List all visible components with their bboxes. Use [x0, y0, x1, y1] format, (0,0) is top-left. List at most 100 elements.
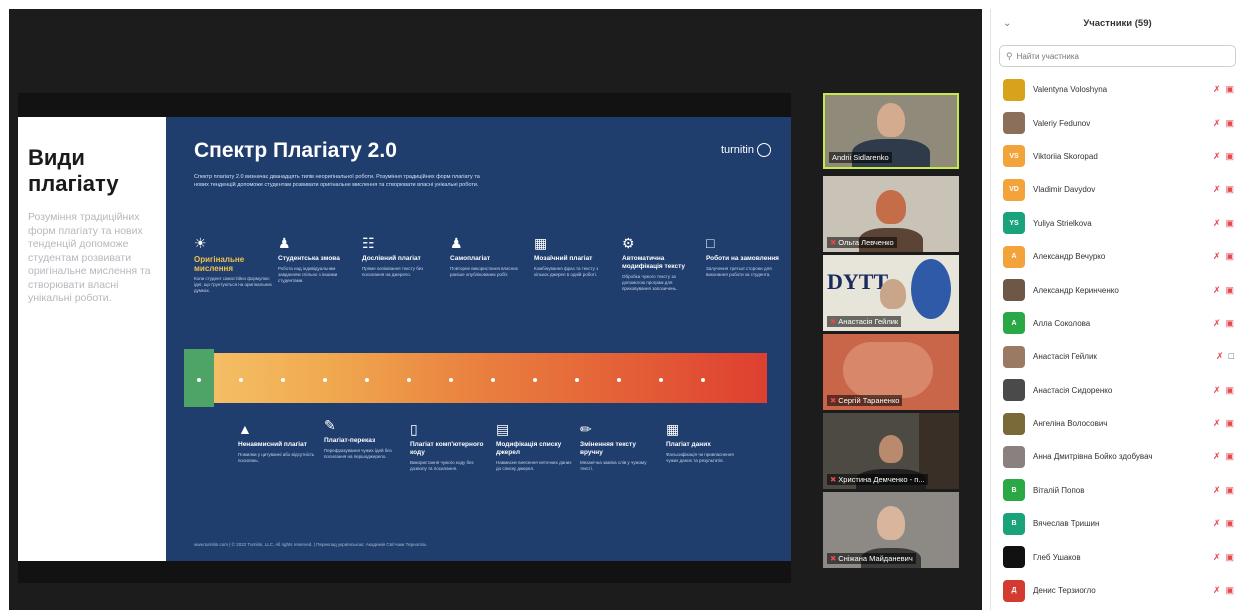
muted-mic-icon: ✖ — [830, 238, 837, 247]
participant-name: Ангеліна Волосович — [1033, 419, 1108, 429]
video-off-icon[interactable]: ▣ — [1225, 451, 1234, 462]
video-on-icon[interactable]: □ — [1229, 351, 1234, 362]
avatar — [1003, 546, 1025, 569]
muted-mic-icon[interactable]: ✗ — [1213, 485, 1221, 496]
muted-mic-icon[interactable]: ✗ — [1213, 418, 1221, 429]
muted-mic-icon[interactable]: ✗ — [1213, 518, 1221, 529]
participant-row[interactable]: Анастасія Сидоренко ✗ ▣ — [991, 374, 1244, 407]
spectrum-item-desc: Обробка чужого тексту за допомогою прогр… — [622, 274, 678, 291]
warning-icon: ▲ — [238, 421, 252, 437]
video-tile-name: ✖ Анастасія Гейлик — [827, 316, 902, 327]
video-tile-name: ✖ Сергій Тараненко — [827, 395, 903, 406]
spectrum-item-label: Зміненняя тексту вручну — [580, 441, 637, 456]
muted-mic-icon[interactable]: ✗ — [1216, 351, 1224, 362]
video-off-icon[interactable]: ▣ — [1225, 552, 1234, 563]
video-tile[interactable]: Andrii Sidlarenko — [823, 93, 959, 169]
participant-row[interactable]: Valeriy Fedunov ✗ ▣ — [991, 106, 1244, 139]
spectrum-item-bottom: ▲ Ненавмисний плагіат Помилки у цитуванн… — [238, 421, 316, 464]
spectrum-marker — [491, 378, 495, 382]
muted-mic-icon[interactable]: ✗ — [1213, 285, 1221, 296]
muted-mic-icon[interactable]: ✗ — [1213, 218, 1221, 229]
brand-name: turnitin — [720, 144, 754, 156]
brand-logo: turnitin — [721, 143, 771, 157]
spectrum-item-desc: Перефразування чужих ідей без посилання … — [324, 448, 392, 459]
video-tile[interactable]: ✖ Сергій Тараненко — [823, 334, 959, 410]
participant-name: Вячеслав Тришин — [1033, 519, 1100, 529]
tile-name-text: Анастасія Гейлик — [838, 317, 899, 326]
spectrum-item-desc: Повторне використання власних раніше опу… — [450, 266, 519, 277]
muted-mic-icon[interactable]: ✗ — [1213, 552, 1221, 563]
avatar: А — [1003, 245, 1025, 268]
participant-row[interactable]: В Віталій Попов ✗ ▣ — [991, 474, 1244, 507]
participant-row[interactable]: VD Vladimir Davydov ✗ ▣ — [991, 173, 1244, 206]
spectrum-item-top: ☷ Дослівний плагіат Пряме копіювання тек… — [362, 235, 440, 278]
spectrum-marker — [659, 378, 663, 382]
spectrum-marker — [575, 378, 579, 382]
spectrum-item-desc: Помилки у цитуванні або відсутність поси… — [238, 452, 315, 463]
slide-title: Спектр Плагіату 2.0 — [194, 139, 397, 162]
video-off-icon[interactable]: ▣ — [1225, 151, 1234, 162]
video-tile[interactable]: ✖ Сніжана Майданевич — [823, 492, 959, 568]
participant-name: Віталій Попов — [1033, 485, 1085, 495]
avatar: А — [1003, 312, 1025, 335]
video-tile[interactable]: ✖ Ольга Левченко — [823, 176, 959, 252]
video-off-icon[interactable]: ▣ — [1225, 485, 1234, 496]
participant-row[interactable]: Ангеліна Волосович ✗ ▣ — [991, 407, 1244, 440]
participant-row[interactable]: VS Viktoriia Skoropad ✗ ▣ — [991, 140, 1244, 173]
avatar: VD — [1003, 178, 1025, 201]
participant-row[interactable]: Д Денис Терзиогло ✗ ▣ — [991, 574, 1244, 607]
participant-row[interactable]: Анна Дмитрівна Бойко здобувач ✗ ▣ — [991, 440, 1244, 473]
muted-mic-icon[interactable]: ✗ — [1213, 585, 1221, 596]
muted-mic-icon[interactable]: ✗ — [1213, 84, 1221, 95]
participant-name: Александр Керинченко — [1033, 285, 1119, 295]
video-off-icon[interactable]: ▣ — [1225, 218, 1234, 229]
video-off-icon[interactable]: ▣ — [1225, 385, 1234, 396]
participant-name: Valentyna Voloshyna — [1033, 85, 1108, 95]
avatar — [1003, 345, 1025, 368]
video-off-icon[interactable]: ▣ — [1225, 118, 1234, 129]
spectrum-item-label: Модифікація списку джерел — [496, 441, 562, 456]
video-off-icon[interactable]: ▣ — [1225, 518, 1234, 529]
muted-mic-icon[interactable]: ✗ — [1213, 251, 1221, 262]
spectrum-item-top: ♟ Студентська змова Робота над індивідуа… — [278, 235, 356, 284]
participant-row[interactable]: А Александр Вечурко ✗ ▣ — [991, 240, 1244, 273]
participant-name: Алла Соколова — [1033, 318, 1091, 328]
muted-mic-icon[interactable]: ✗ — [1213, 318, 1221, 329]
participant-row[interactable]: А Алла Соколова ✗ ▣ — [991, 307, 1244, 340]
participant-face — [877, 103, 905, 137]
participant-face — [879, 435, 903, 463]
search-icon: ⚲ — [1006, 50, 1013, 61]
video-off-icon[interactable]: ▣ — [1225, 585, 1234, 596]
presentation-slide: Види плагіату Розуміння традиційних форм… — [18, 117, 791, 561]
participant-face — [877, 506, 905, 540]
participant-face — [876, 190, 906, 224]
slide-left-text: Розуміння традиційних форм плагіату та н… — [28, 211, 151, 304]
video-tile[interactable]: ✖ Христина Демченко - п... — [823, 413, 959, 489]
copy-icon: ☷ — [362, 235, 375, 251]
video-off-icon[interactable]: ▣ — [1225, 251, 1234, 262]
muted-mic-icon[interactable]: ✗ — [1213, 385, 1221, 396]
video-off-icon[interactable]: ▣ — [1225, 184, 1234, 195]
muted-mic-icon[interactable]: ✗ — [1213, 151, 1221, 162]
participant-row[interactable]: В Вячеслав Тришин ✗ ▣ — [991, 507, 1244, 540]
muted-mic-icon[interactable]: ✗ — [1213, 451, 1221, 462]
participant-row[interactable]: Valentyna Voloshyna ✗ ▣ — [991, 73, 1244, 106]
participant-row[interactable]: Глеб Ушаков ✗ ▣ — [991, 540, 1244, 573]
avatar: В — [1003, 512, 1025, 535]
video-off-icon[interactable]: ▣ — [1225, 285, 1234, 296]
tile-name-text: Andrii Sidlarenko — [832, 153, 889, 162]
avatar: VS — [1003, 145, 1025, 168]
participant-name: Глеб Ушаков — [1033, 552, 1081, 562]
video-tile[interactable]: DYTT ✖ Анастасія Гейлик — [823, 255, 959, 331]
video-off-icon[interactable]: ▣ — [1225, 418, 1234, 429]
muted-mic-icon[interactable]: ✗ — [1213, 184, 1221, 195]
video-off-icon[interactable]: ▣ — [1225, 318, 1234, 329]
participants-search[interactable]: ⚲ — [999, 45, 1236, 67]
muted-mic-icon[interactable]: ✗ — [1213, 118, 1221, 129]
participant-row[interactable]: YS Yuliya Strielkova ✗ ▣ — [991, 207, 1244, 240]
participant-search-input[interactable] — [1016, 51, 1217, 61]
participant-row[interactable]: Анастасія Гейлик ✗ □ — [991, 340, 1244, 373]
participant-row[interactable]: Александр Керинченко ✗ ▣ — [991, 273, 1244, 306]
spectrum-marker — [617, 378, 621, 382]
video-off-icon[interactable]: ▣ — [1225, 84, 1234, 95]
